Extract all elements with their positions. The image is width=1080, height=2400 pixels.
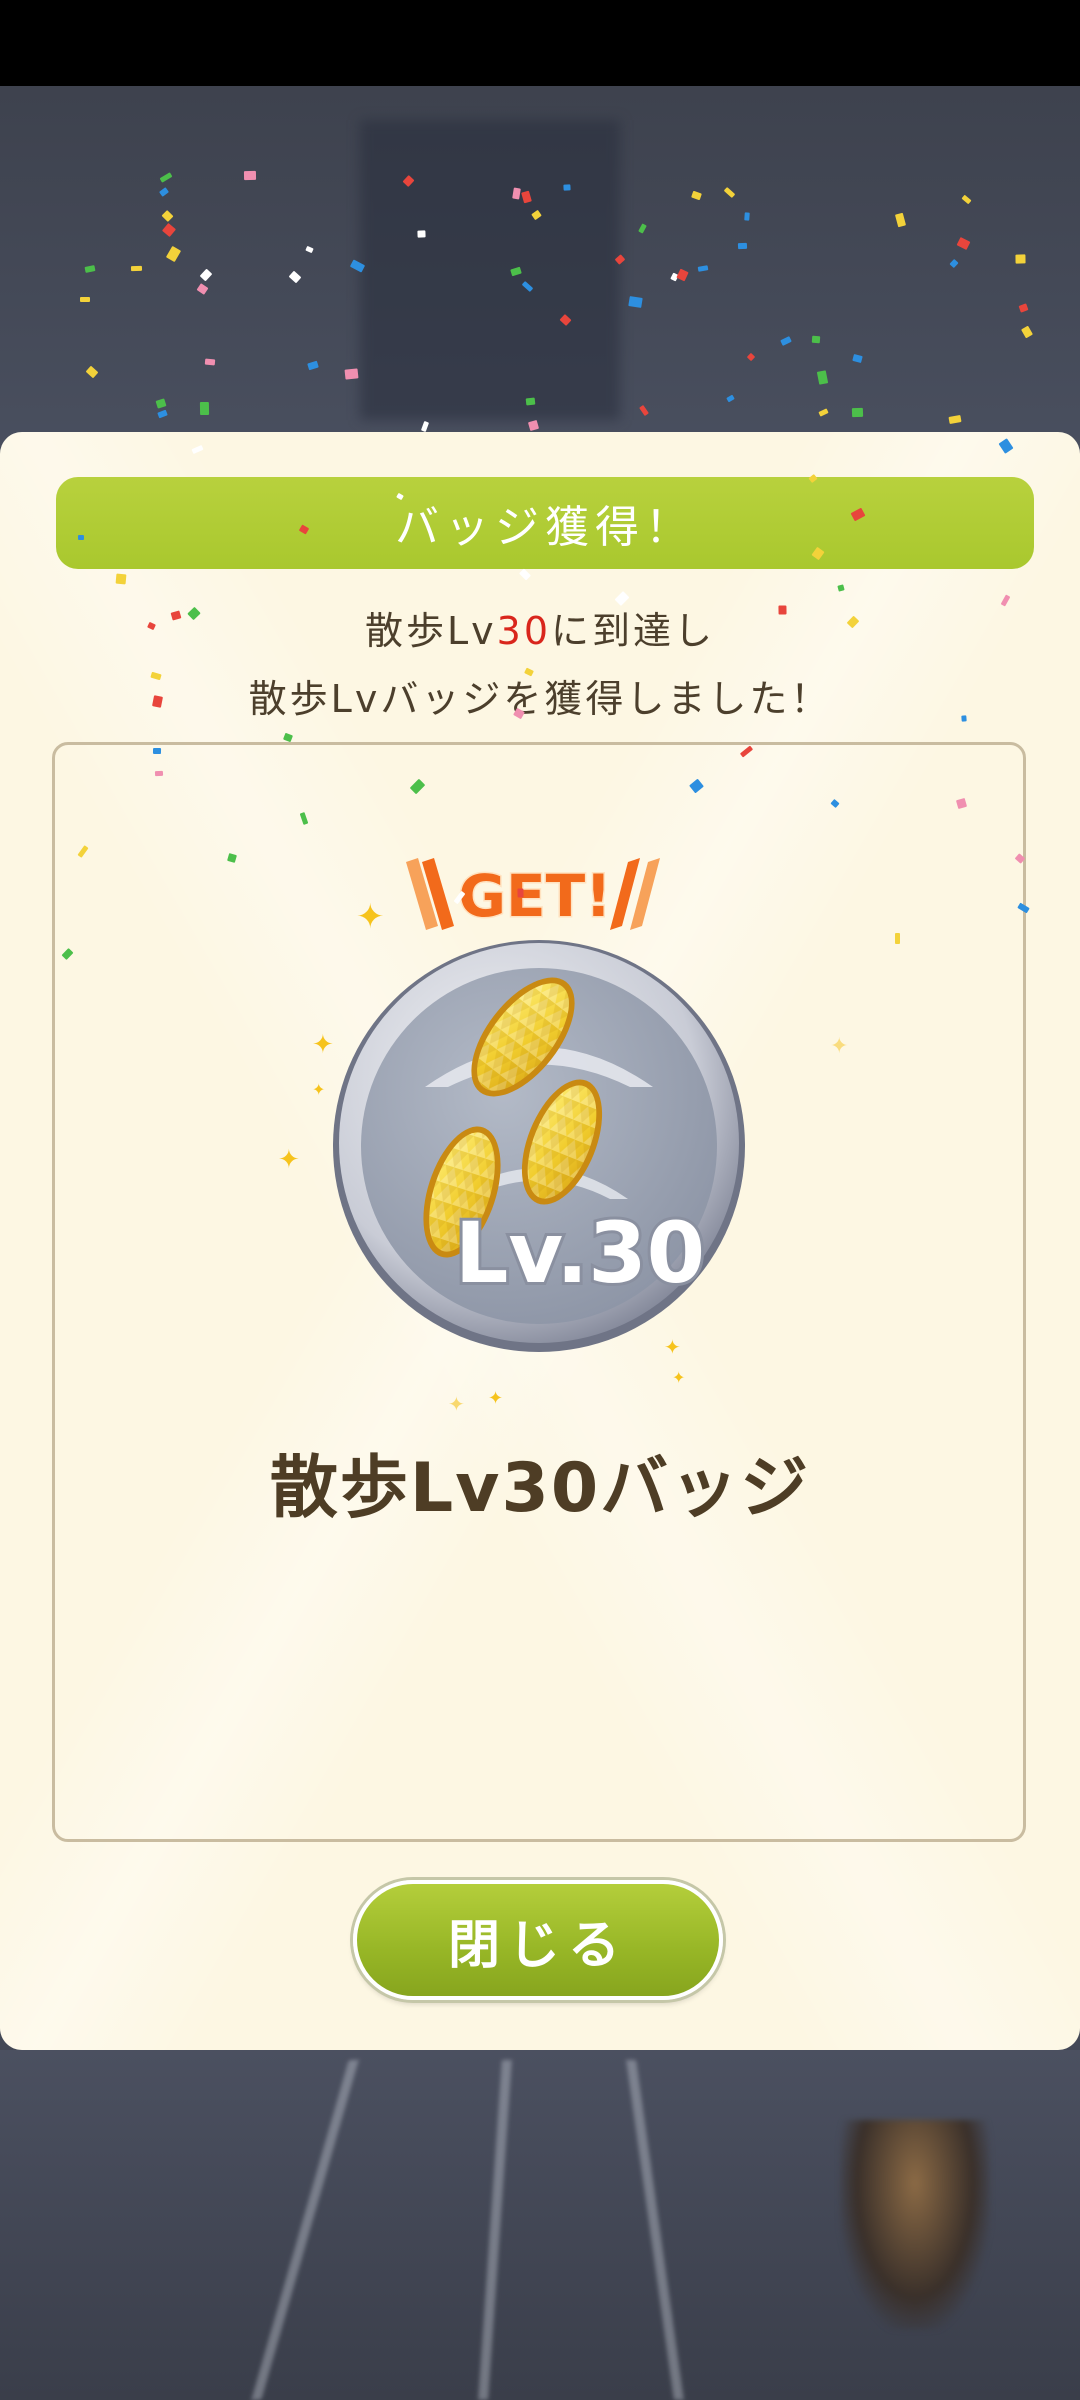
confetti-piece xyxy=(84,264,96,273)
message-prefix: 散歩Lv xyxy=(364,609,497,653)
confetti-piece xyxy=(894,213,906,228)
confetti-piece xyxy=(690,191,702,201)
get-stripes-left-icon xyxy=(406,858,454,930)
confetti-piece xyxy=(152,747,161,754)
confetti-piece xyxy=(130,265,142,272)
confetti-piece xyxy=(638,223,647,234)
confetti-piece xyxy=(961,194,972,205)
confetti-piece xyxy=(161,210,174,223)
confetti-piece xyxy=(1015,254,1026,265)
confetti-piece xyxy=(80,296,91,302)
confetti-piece xyxy=(196,283,209,296)
confetti-piece xyxy=(243,170,256,180)
confetti-piece xyxy=(779,336,792,347)
confetti-piece xyxy=(157,409,168,419)
confetti-piece xyxy=(162,222,177,237)
background-window xyxy=(360,120,620,420)
sparkle-icon: ✦ xyxy=(448,1392,465,1416)
confetti-piece xyxy=(956,236,971,250)
confetti-piece xyxy=(159,172,173,184)
sparkle-icon: ✦ xyxy=(672,1368,686,1387)
message-level: 30 xyxy=(496,609,551,653)
confetti-piece xyxy=(420,421,429,433)
close-button-label: 閉じる xyxy=(447,1915,628,1976)
sparkle-icon: ✦ xyxy=(312,1030,334,1060)
confetti-piece xyxy=(697,265,709,273)
confetti-piece xyxy=(746,352,756,362)
confetti-piece xyxy=(1021,326,1034,339)
confetti-piece xyxy=(852,353,864,364)
sparkle-icon: ✦ xyxy=(664,1335,681,1359)
confetti-piece xyxy=(778,605,787,615)
sparkle-icon: ✦ xyxy=(830,1034,849,1059)
confetti-piece xyxy=(638,404,649,416)
confetti-piece xyxy=(417,230,426,238)
sparkle-icon: ✦ xyxy=(488,1388,504,1409)
get-stripes-right-icon xyxy=(610,858,660,930)
confetti-piece xyxy=(724,186,736,198)
confetti-piece xyxy=(726,394,735,403)
confetti-piece xyxy=(288,270,302,284)
confetti-piece xyxy=(563,183,571,191)
background-figure xyxy=(840,2120,990,2330)
confetti-piece xyxy=(115,573,127,584)
confetti-piece xyxy=(812,336,821,344)
message-line-1: 散歩Lv30に到達し xyxy=(0,597,1080,665)
badge-dialog: バッジ獲得！ 散歩Lv30に到達し 散歩Lvバッジを獲得しました！ GET! L… xyxy=(0,432,1080,2050)
sparkle-icon: ✦ xyxy=(356,897,385,937)
confetti-piece xyxy=(628,295,643,308)
get-text: GET! xyxy=(458,862,611,930)
confetti-piece xyxy=(344,368,359,380)
confetti-piece xyxy=(744,212,751,221)
confetti-piece xyxy=(851,407,863,418)
confetti-piece xyxy=(170,610,181,621)
get-banner: GET! xyxy=(406,858,660,932)
confetti-piece xyxy=(894,933,900,945)
confetti-piece xyxy=(517,888,524,898)
confetti-piece xyxy=(154,770,164,777)
message-suffix: に到達し xyxy=(551,609,716,653)
confetti-piece xyxy=(528,420,540,432)
confetti-piece xyxy=(159,186,170,197)
confetti-piece xyxy=(85,365,99,378)
confetti-piece xyxy=(304,245,314,254)
dialog-message: 散歩Lv30に到達し 散歩Lvバッジを獲得しました！ xyxy=(0,597,1080,733)
confetti-piece xyxy=(200,269,213,282)
confetti-piece xyxy=(948,258,959,268)
dialog-title-bar: バッジ獲得！ xyxy=(56,477,1034,569)
confetti-piece xyxy=(676,268,689,282)
footprints-badge-icon: Lv.30 xyxy=(333,940,745,1352)
badge-name: 散歩Lv30バッジ xyxy=(269,1449,811,1528)
confetti-piece xyxy=(155,397,167,409)
badge-level-text: Lv.30 xyxy=(455,1204,705,1302)
close-button[interactable]: 閉じる xyxy=(353,1880,723,2000)
dialog-title: バッジ獲得！ xyxy=(395,502,695,553)
confetti-piece xyxy=(77,534,85,541)
confetti-piece xyxy=(165,246,181,263)
sparkle-icon: ✦ xyxy=(312,1080,326,1099)
confetti-piece xyxy=(525,397,536,406)
confetti-piece xyxy=(818,408,829,418)
confetti-piece xyxy=(307,361,319,371)
sparkle-icon: ✦ xyxy=(278,1145,300,1175)
confetti-piece xyxy=(1018,303,1029,313)
confetti-piece xyxy=(816,370,828,386)
confetti-piece xyxy=(961,715,967,722)
confetti-piece xyxy=(738,242,748,250)
confetti-piece xyxy=(151,695,163,709)
status-bar xyxy=(0,0,1080,86)
confetti-piece xyxy=(204,358,215,366)
confetti-piece xyxy=(199,401,209,415)
confetti-piece xyxy=(948,415,962,425)
